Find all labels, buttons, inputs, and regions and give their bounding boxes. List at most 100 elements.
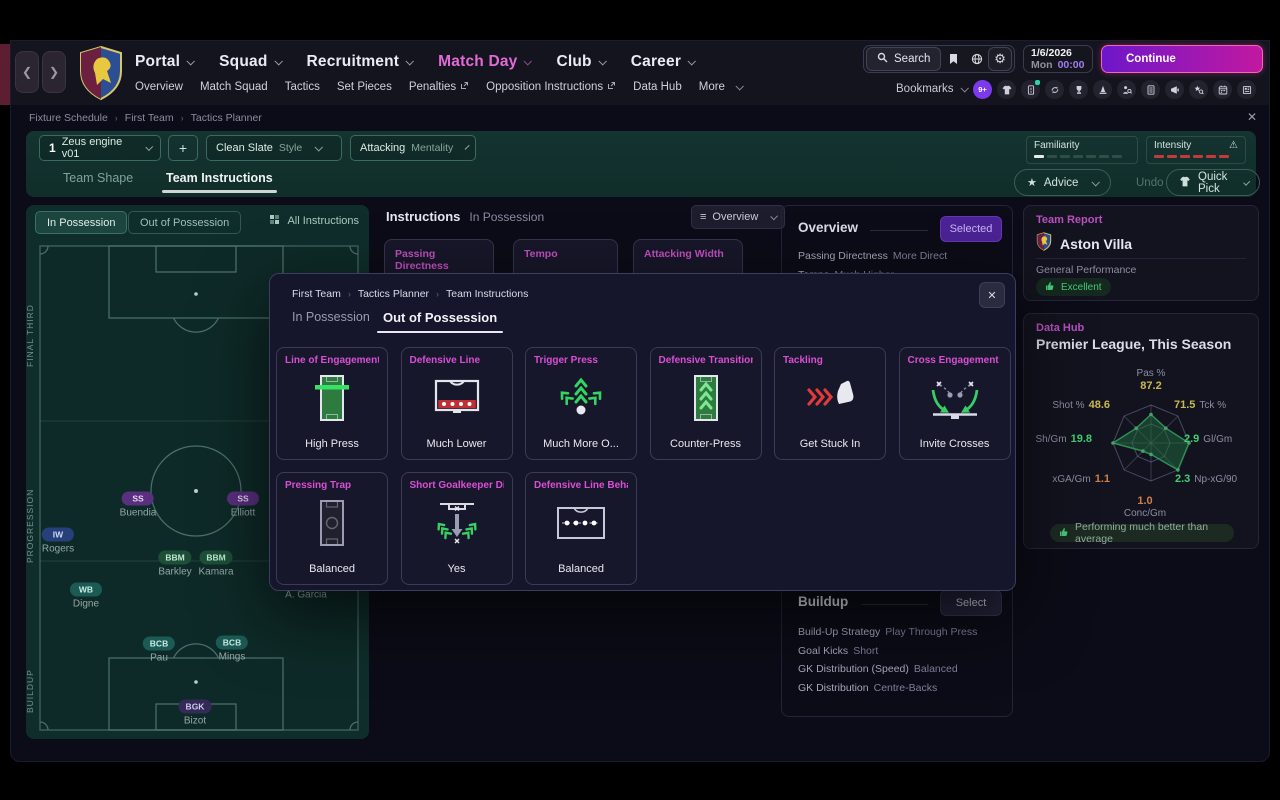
breadcrumb-item-tactics-planner[interactable]: Tactics Planner — [191, 112, 262, 124]
nav-item-recruitment[interactable]: Recruitment — [307, 53, 415, 71]
nav-item-portal[interactable]: Portal — [135, 53, 196, 71]
subnav-item-tactics[interactable]: Tactics — [285, 81, 320, 93]
top-header: ❮ ❯ Portal Squad Recruitment Match Day Club C… — [11, 41, 1269, 105]
breadcrumb-item-tactics-planner[interactable]: Tactics Planner — [358, 288, 429, 300]
search-star-icon[interactable] — [1189, 80, 1208, 99]
buildup-section-title: Buildup — [798, 594, 849, 609]
kit-icon[interactable] — [997, 80, 1016, 99]
overview-selected-button[interactable]: Selected — [940, 216, 1002, 242]
subnav-item-match-squad[interactable]: Match Squad — [200, 81, 268, 93]
training-icon[interactable] — [1093, 80, 1112, 99]
player-digne[interactable]: WB Digne — [70, 582, 102, 610]
instruction-card-pressing-trap[interactable]: Pressing Trap Balanced — [276, 472, 388, 585]
style-dropdown[interactable]: Clean Slate Style — [206, 135, 342, 161]
instructions-title: Instructions — [386, 209, 461, 224]
calendar-icon[interactable] — [1213, 80, 1232, 99]
instruction-card-short-goalkeeper-distr[interactable]: Short Goalkeeper Distr Yes — [400, 472, 513, 585]
instruction-card-defensive-transition[interactable]: Defensive Transition Counter-Press — [649, 347, 762, 460]
mentality-dropdown[interactable]: Attacking Mentality — [350, 135, 476, 161]
modal-tab-in-possession[interactable]: In Possession — [292, 310, 370, 324]
chevron-down-icon — [598, 57, 607, 66]
nav-item-match-day[interactable]: Match Day — [438, 53, 533, 71]
breadcrumb-item-fixture-schedule[interactable]: Fixture Schedule — [29, 112, 108, 124]
back-button[interactable]: ❮ — [15, 51, 39, 93]
chevron-down-icon — [1242, 178, 1250, 186]
inbox-icon[interactable] — [1021, 80, 1040, 99]
subnav-item-more[interactable]: More — [699, 81, 744, 93]
subnav-item-data-hub[interactable]: Data Hub — [633, 81, 682, 93]
search-button[interactable]: Search — [866, 47, 942, 71]
club-crest-logo — [77, 45, 125, 106]
subnav-item-opposition-instructions[interactable]: Opposition Instructions — [486, 81, 616, 93]
instruction-card-cross-engagement[interactable]: Cross Engagement Invite Crosses — [898, 347, 1011, 460]
notifications-icon[interactable]: 9+ — [973, 80, 992, 99]
instruction-card-defensive-line-behavio[interactable]: Defensive Line Behavio Balanced — [525, 472, 637, 585]
subnav-item-set-pieces[interactable]: Set Pieces — [337, 81, 392, 93]
bookmarks-dropdown[interactable]: Bookmarks — [896, 83, 969, 95]
buildup-select-button[interactable]: Select — [940, 590, 1002, 616]
nav-item-club[interactable]: Club — [556, 53, 607, 71]
quick-pick-button[interactable]: Quick Pick — [1166, 169, 1261, 196]
globe-icon[interactable] — [965, 47, 988, 71]
breadcrumb-separator: › — [436, 289, 440, 299]
instruction-card-line-of-engagement[interactable]: Line of Engagement High Press — [276, 347, 388, 460]
radar-axis-sh-gm: Sh/Gm 19.8 — [1035, 433, 1092, 445]
gear-icon[interactable]: ⚙ — [988, 47, 1012, 71]
bookmark-icon[interactable] — [941, 47, 964, 71]
modal-close-button[interactable]: ✕ — [979, 282, 1005, 308]
data-hub-panel: Data Hub Premier League, This Season Pas… — [1023, 313, 1259, 549]
game-time: 00:00 — [1057, 59, 1085, 71]
player-elliott[interactable]: SS Elliott — [227, 491, 259, 519]
radar-axis-gl-gm: 2.9 Gl/Gm — [1184, 433, 1232, 445]
tab-team-shape[interactable]: Team Shape — [63, 171, 133, 185]
advice-button[interactable]: ★ Advice — [1014, 169, 1112, 196]
report-icon[interactable] — [1141, 80, 1160, 99]
trophy-icon[interactable] — [1069, 80, 1088, 99]
meter-segment — [1167, 155, 1177, 158]
close-icon[interactable]: ✕ — [1247, 110, 1257, 124]
chevron-down-icon — [959, 84, 969, 93]
club-name[interactable]: Aston Villa — [1060, 236, 1132, 252]
breadcrumb-item-first-team[interactable]: First Team — [292, 288, 341, 300]
external-link-icon — [607, 81, 616, 93]
player-mings[interactable]: BCB Mings — [215, 635, 249, 663]
date-time-box: 1/6/2026 Mon 00:00 — [1023, 45, 1093, 73]
breadcrumb-item-first-team[interactable]: First Team — [125, 112, 174, 124]
breadcrumb-separator: › — [180, 113, 184, 123]
instructions-subtitle: In Possession — [469, 210, 545, 224]
nav-item-career[interactable]: Career — [631, 53, 697, 71]
player-rogers[interactable]: IW Rogers — [41, 527, 75, 555]
player-role-badge: BGK — [178, 699, 212, 714]
player-name: Rogers — [41, 543, 75, 555]
subnav-item-overview[interactable]: Overview — [135, 81, 183, 93]
view-mode-dropdown[interactable]: ≡ Overview — [691, 205, 785, 229]
add-tactic-button[interactable]: + — [168, 135, 198, 161]
player-bizot[interactable]: BGK Bizot — [178, 699, 212, 727]
tab-team-instructions[interactable]: Team Instructions — [162, 171, 277, 193]
sync-icon[interactable] — [1045, 80, 1064, 99]
player-buendia[interactable]: SS Buendia — [120, 491, 156, 519]
tactics-toolbar: 1 Zeus engine v01 + Clean Slate Style At… — [26, 131, 1261, 197]
chevron-down-icon — [405, 57, 415, 66]
instruction-card-defensive-line[interactable]: Defensive Line Much Lower — [400, 347, 513, 460]
instruction-row-build-up-strategy: Build-Up Strategy Play Through Press — [798, 626, 977, 638]
nav-item-squad[interactable]: Squad — [219, 53, 283, 71]
media-icon[interactable] — [1165, 80, 1184, 99]
player-barkley[interactable]: BBM Barkley — [158, 550, 192, 578]
chevron-down-icon — [1091, 177, 1101, 187]
continue-button[interactable]: Continue — [1101, 45, 1263, 73]
instruction-card-tackling[interactable]: Tackling Get Stuck In — [774, 347, 886, 460]
breadcrumb-item-team-instructions[interactable]: Team Instructions — [446, 288, 528, 300]
forward-button[interactable]: ❯ — [42, 51, 66, 93]
subnav-item-penalties[interactable]: Penalties — [409, 81, 469, 93]
news-icon[interactable] — [1237, 80, 1256, 99]
player-kamara[interactable]: BBM Kamara — [198, 550, 234, 578]
modal-tab-out-of-possession[interactable]: Out of Possession — [376, 310, 504, 333]
instruction-card-trigger-press[interactable]: Trigger Press Much More O... — [525, 347, 637, 460]
tactic-preset-dropdown[interactable]: 1 Zeus engine v01 — [39, 135, 161, 161]
player-pau[interactable]: BCB Pau — [142, 636, 176, 664]
subnav-item-label: Match Squad — [199, 81, 268, 93]
scouting-icon[interactable] — [1117, 80, 1136, 99]
player-role-badge: SS — [121, 491, 154, 506]
divider — [862, 604, 928, 605]
